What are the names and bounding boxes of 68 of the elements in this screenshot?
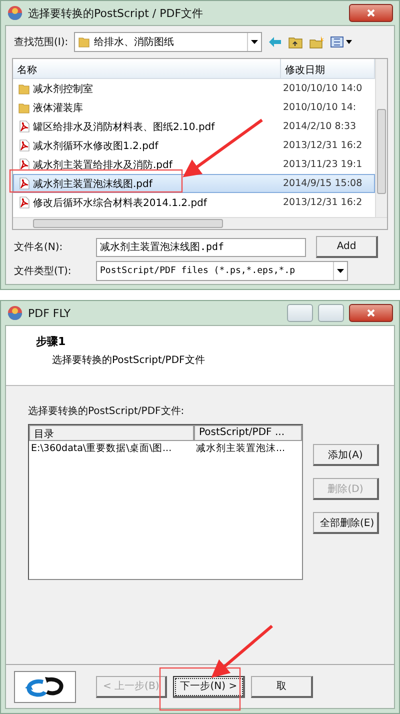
- file-date: 2014/9/15 15:08: [282, 178, 364, 189]
- back-arrow-icon[interactable]: [268, 36, 282, 48]
- folder-icon: [78, 36, 90, 48]
- close-button[interactable]: [349, 4, 393, 22]
- column-header[interactable]: 目录: [29, 425, 194, 441]
- view-menu-icon[interactable]: [330, 36, 352, 48]
- file-name: 罐区给排水及消防材料表、图纸2.10.pdf: [33, 120, 215, 134]
- pdf-file-icon: [18, 139, 30, 152]
- look-in-dropdown[interactable]: 给排水、消防图纸: [74, 32, 262, 52]
- file-name-field[interactable]: 减水剂主装置泡沫线图.pdf: [96, 238, 306, 256]
- column-header[interactable]: 名称: [13, 59, 281, 78]
- pdf-file-icon: [18, 158, 30, 171]
- directory-cell-text: E:\360data\重要数据\桌面\图...: [30, 442, 173, 456]
- list-action-button[interactable]: 添加(A): [313, 444, 379, 466]
- step-subtitle: 选择要转换的PostScript/PDF文件: [51, 354, 206, 367]
- annotation-arrow: [211, 624, 273, 678]
- file-date: 2013/11/23 19:1: [282, 159, 364, 170]
- file-cell-text: 减水剂主装置泡沫...: [195, 442, 286, 456]
- folder-icon: [18, 82, 30, 94]
- list-action-button[interactable]: 全部删除(E): [313, 512, 379, 534]
- pdf-file-icon: [18, 120, 30, 133]
- vertical-scrollbar[interactable]: [375, 59, 387, 217]
- file-row[interactable]: 液体灌装库 2010/10/10 14:: [13, 98, 375, 117]
- file-row[interactable]: 修改后循环水综合材料表2014.1.2.pdf 2013/12/31 16:2: [13, 193, 375, 212]
- file-name: 减水剂主装置泡沫线图.pdf: [33, 178, 152, 190]
- app-icon: [7, 305, 23, 321]
- dropdown-arrow-icon: [337, 269, 344, 273]
- pdf-file-icon: [18, 196, 30, 209]
- file-date: 2010/10/10 14:: [282, 102, 358, 113]
- file-name-label: 文件名(N):: [14, 240, 64, 254]
- file-type-dropdown[interactable]: PostScript/PDF files (*.ps,*.eps,*.p: [96, 261, 348, 281]
- new-folder-icon[interactable]: [309, 36, 324, 48]
- look-in-label: 查找范围(I):: [14, 36, 68, 49]
- file-row[interactable]: 减水剂控制室 2010/10/10 14:0: [13, 79, 375, 98]
- nav-button[interactable]: 取: [251, 676, 314, 698]
- file-type-label: 文件类型(T):: [14, 264, 72, 278]
- list-row[interactable]: E:\360data\重要数据\桌面\图... 减水剂主装置泡沫...: [29, 441, 302, 456]
- file-name: 修改后循环水综合材料表2014.1.2.pdf: [33, 196, 207, 210]
- add-button[interactable]: Add: [316, 236, 378, 258]
- dropdown-arrow-icon: [251, 40, 258, 44]
- close-icon: [367, 309, 375, 317]
- up-folder-icon[interactable]: [288, 36, 304, 48]
- file-row[interactable]: 减水剂循环水修改图1.2.pdf 2013/12/31 16:2: [13, 136, 375, 155]
- file-date: 2010/10/10 14:0: [282, 83, 364, 94]
- file-date: 2013/12/31 16:2: [282, 197, 364, 208]
- file-name: 减水剂控制室: [33, 82, 93, 96]
- folder-icon: [18, 102, 30, 114]
- file-row[interactable]: 减水剂主装置给排水及消防.pdf 2013/11/23 19:1: [13, 155, 375, 174]
- minimize-button[interactable]: [287, 304, 313, 322]
- file-row[interactable]: 减水剂主装置泡沫线图.pdf 2014/9/15 15:08: [13, 174, 375, 193]
- horizontal-scrollbar[interactable]: [13, 217, 387, 229]
- app-icon: [7, 5, 23, 21]
- file-row[interactable]: 罐区给排水及消防材料表、图纸2.10.pdf 2014/2/10 8:33: [13, 117, 375, 136]
- list-label: 选择要转换的PostScript/PDF文件:: [28, 404, 186, 418]
- file-date: 2014/2/10 8:33: [282, 121, 358, 132]
- close-button[interactable]: [349, 304, 393, 322]
- step-title: 步骤1: [36, 334, 67, 349]
- nav-button[interactable]: 下一步(N) >: [173, 676, 246, 698]
- file-date: 2013/12/31 16:2: [282, 140, 364, 151]
- maximize-button[interactable]: [318, 304, 344, 322]
- close-icon: [367, 9, 375, 17]
- window-title: PDF FLY: [28, 306, 72, 320]
- pdf-file-icon: [18, 177, 30, 190]
- file-name: 减水剂循环水修改图1.2.pdf: [33, 140, 158, 152]
- file-name: 减水剂主装置给排水及消防.pdf: [33, 158, 172, 172]
- file-name: 液体灌装库: [33, 102, 83, 114]
- window-title: 选择要转换的PostScript / PDF文件: [28, 6, 204, 20]
- column-header[interactable]: PostScript/PDF ...: [194, 425, 302, 441]
